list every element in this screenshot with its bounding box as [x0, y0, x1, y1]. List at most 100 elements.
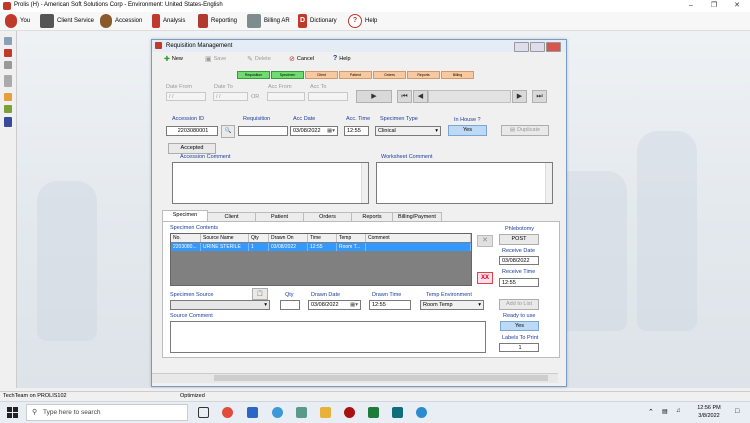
- column-header[interactable]: Temp: [337, 234, 366, 242]
- column-header[interactable]: Source Name: [201, 234, 249, 242]
- search-go-button[interactable]: ▶: [356, 90, 392, 103]
- column-header[interactable]: Comment: [366, 234, 471, 242]
- stage-reports[interactable]: Reports: [407, 71, 440, 79]
- document-icon[interactable]: [4, 61, 12, 69]
- specimen-source-select[interactable]: ▾: [170, 300, 270, 310]
- menu-help[interactable]: ? Help: [348, 13, 377, 29]
- acc-from-input[interactable]: [267, 92, 305, 101]
- scrollbar-thumb[interactable]: [214, 375, 548, 381]
- dialog-maximize-icon[interactable]: [530, 42, 545, 52]
- delete-row-icon[interactable]: ✕: [477, 235, 493, 247]
- taskbar-search-box[interactable]: ⚲ Type here to search: [26, 404, 188, 421]
- stage-patient[interactable]: Patient: [339, 71, 372, 79]
- date-from-input[interactable]: / /: [166, 92, 206, 101]
- column-header[interactable]: Drawn On: [269, 234, 308, 242]
- help-button[interactable]: ? Help: [333, 55, 351, 62]
- menu-billing-ar[interactable]: Billing AR: [247, 13, 290, 29]
- remove-all-button[interactable]: XX: [477, 272, 493, 284]
- new-button[interactable]: ✚ New: [164, 55, 183, 63]
- accession-id-input[interactable]: 2203080001: [166, 126, 218, 136]
- menu-you[interactable]: You: [5, 13, 30, 29]
- column-header[interactable]: No.: [171, 234, 201, 242]
- stage-specimen[interactable]: Specimen: [271, 71, 304, 79]
- table-row[interactable]: 2203080... URINE STERILE 1 03/08/2022 12…: [171, 243, 471, 251]
- chart-icon[interactable]: [4, 105, 12, 113]
- dialog-horizontal-scrollbar[interactable]: [152, 373, 558, 383]
- temp-environment-select[interactable]: Room Temp ▾: [420, 300, 484, 310]
- folder-icon[interactable]: [4, 93, 12, 101]
- menu-reporting[interactable]: Reporting: [198, 13, 237, 29]
- cancel-button[interactable]: ⊘ Cancel: [289, 55, 314, 63]
- menu-client-service[interactable]: Client Service: [40, 13, 94, 29]
- outlook-icon[interactable]: [247, 407, 258, 418]
- add-to-list-button[interactable]: Add to List: [499, 299, 539, 310]
- drawn-date-input[interactable]: 03/08/2022 ▦▾: [308, 300, 361, 310]
- first-record-button[interactable]: ⏮: [397, 90, 412, 103]
- ready-to-use-toggle[interactable]: Yes: [500, 321, 539, 331]
- file-explorer-icon[interactable]: [320, 407, 331, 418]
- menu-dictionary[interactable]: D Dictionary: [298, 13, 337, 29]
- column-header[interactable]: Qty: [249, 234, 269, 242]
- windows-start-icon[interactable]: [7, 407, 18, 418]
- edge-icon[interactable]: [272, 407, 283, 418]
- record-scroll-track[interactable]: [428, 90, 511, 103]
- excel-icon[interactable]: [368, 407, 379, 418]
- qty-input[interactable]: [280, 300, 300, 310]
- comment-scrollbar[interactable]: [545, 163, 552, 203]
- labels-to-print-input[interactable]: 1: [499, 343, 539, 352]
- stage-requisition[interactable]: Requisition: [237, 71, 270, 79]
- close-icon[interactable]: ✕: [730, 1, 744, 11]
- delete-button[interactable]: ✎ Delete: [247, 55, 271, 63]
- duplicate-button[interactable]: ▤ Duplicate: [501, 125, 549, 136]
- accession-search-button[interactable]: 🔍: [221, 125, 235, 138]
- dialog-close-icon[interactable]: [546, 42, 561, 52]
- next-record-button[interactable]: ▶: [512, 90, 527, 103]
- in-house-toggle[interactable]: Yes: [448, 125, 487, 136]
- task-view-icon[interactable]: [198, 407, 209, 418]
- last-record-button[interactable]: ⏭: [532, 90, 547, 103]
- requisition-input[interactable]: [238, 126, 288, 136]
- accepted-button[interactable]: Accepted: [168, 143, 216, 154]
- receive-date-input[interactable]: 03/08/2022: [499, 256, 539, 265]
- save-button[interactable]: ▣ Save: [205, 55, 226, 63]
- source-lookup-button[interactable]: 📋: [252, 288, 268, 300]
- stage-orders[interactable]: Orders: [373, 71, 406, 79]
- column-header[interactable]: Time: [308, 234, 337, 242]
- stage-billing[interactable]: Billing: [441, 71, 474, 79]
- chrome-icon[interactable]: [222, 407, 233, 418]
- minimize-icon[interactable]: –: [684, 1, 698, 11]
- taskbar-time[interactable]: 12:56 PM: [694, 405, 724, 411]
- prev-record-button[interactable]: ◀: [413, 90, 428, 103]
- accession-comment-textarea[interactable]: [172, 162, 369, 204]
- tools-icon[interactable]: [4, 49, 12, 57]
- date-to-input[interactable]: / /: [213, 92, 248, 101]
- network-app-icon[interactable]: [296, 407, 307, 418]
- dialog-minimize-icon[interactable]: [514, 42, 529, 52]
- source-comment-textarea[interactable]: [170, 321, 486, 353]
- menu-accession[interactable]: Accession: [100, 13, 142, 29]
- acc-date-input[interactable]: 03/08/2022 ▦▾: [290, 126, 338, 136]
- calendar-icon[interactable]: ▦▾: [327, 127, 335, 135]
- book-icon[interactable]: [4, 117, 12, 127]
- acc-to-input[interactable]: [308, 92, 348, 101]
- receive-time-input[interactable]: 12:55: [499, 278, 539, 287]
- stage-client[interactable]: Client: [305, 71, 338, 79]
- comment-scrollbar[interactable]: [361, 163, 368, 203]
- restore-icon[interactable]: ❐: [707, 1, 721, 11]
- taskbar-date[interactable]: 3/8/2022: [694, 413, 724, 419]
- worksheet-comment-textarea[interactable]: [376, 162, 553, 204]
- prolis-icon[interactable]: [344, 407, 355, 418]
- network-icon[interactable]: ▤: [662, 408, 668, 415]
- post-button[interactable]: POST: [499, 234, 539, 245]
- acc-time-input[interactable]: 12:55: [344, 126, 369, 136]
- user-icon[interactable]: [4, 75, 12, 87]
- chevron-up-icon[interactable]: ⌃: [648, 408, 654, 416]
- calendar-icon[interactable]: ▦▾: [350, 301, 358, 309]
- app-icon[interactable]: [392, 407, 403, 418]
- speaker-icon[interactable]: ♫: [676, 408, 681, 414]
- menu-analysis[interactable]: Analysis: [152, 13, 185, 29]
- drawn-time-input[interactable]: 12:55: [369, 300, 411, 310]
- browser-icon[interactable]: [416, 407, 427, 418]
- specimen-type-select[interactable]: Clinical ▾: [375, 126, 441, 136]
- notification-icon[interactable]: □: [735, 408, 739, 415]
